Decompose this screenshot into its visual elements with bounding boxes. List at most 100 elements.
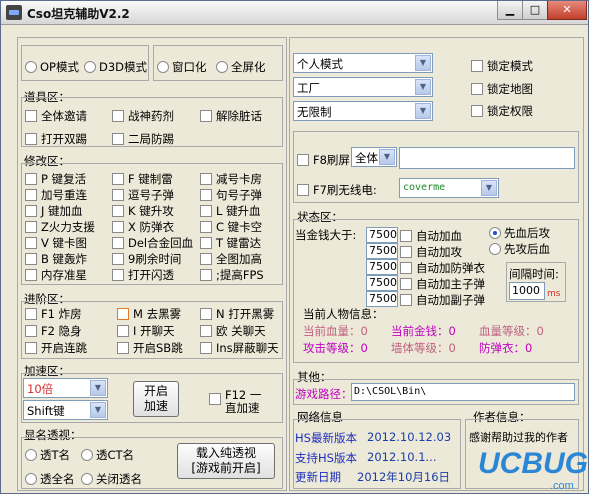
- modify-checkbox-15[interactable]: B 键轰炸: [25, 251, 87, 267]
- modify-checkbox-10[interactable]: X 防弹衣: [112, 219, 174, 235]
- game-path-input[interactable]: D:\CSOL\Bin\: [351, 383, 575, 401]
- modify-checkbox-17[interactable]: 全图加高: [200, 251, 262, 267]
- advanced-checkbox-4[interactable]: I 开聊天: [117, 323, 175, 339]
- modify-checkbox-16[interactable]: 9刷余时间: [112, 251, 181, 267]
- interval-unit: ms: [547, 289, 561, 299]
- app-window: Cso坦克辅助V2.2 ▁ □ ✕ OP模式 D3D模式 窗口化 全屏化 道具区…: [0, 0, 589, 494]
- advanced-checkbox-0[interactable]: F1 炸房: [25, 306, 82, 322]
- watermark-graphic: UCBUG游戏网 .com: [478, 447, 589, 492]
- advanced-checkbox-2[interactable]: N 打开黑雾: [200, 306, 274, 322]
- update-date-value: 2012年10月16日: [357, 470, 451, 484]
- interval-input[interactable]: 1000: [509, 282, 545, 300]
- window-title: Cso坦克辅助V2.2: [27, 7, 130, 21]
- hp-first-radio[interactable]: 先血后攻: [489, 225, 550, 241]
- modify-checkbox-6[interactable]: J 键加血: [25, 203, 83, 219]
- all-name-radio[interactable]: 透全名: [25, 471, 75, 487]
- modify-checkbox-2[interactable]: 减号卡房: [200, 171, 262, 187]
- minimize-button[interactable]: ▁: [497, 1, 523, 20]
- modify-checkbox-12[interactable]: V 键卡图: [25, 235, 87, 251]
- modify-checkbox-7[interactable]: K 键升攻: [112, 203, 174, 219]
- limit-select[interactable]: 无限制 ▼: [293, 101, 433, 121]
- f8-target-select[interactable]: 全体 ▼: [351, 147, 397, 167]
- advanced-checkbox-7[interactable]: 开启SB跳: [117, 340, 183, 356]
- auto-buy-checkbox-4[interactable]: 自动加副子弹: [400, 292, 485, 308]
- support-version-value: 2012.10.1...: [367, 450, 437, 464]
- f8-spam-checkbox[interactable]: F8刷屏: [297, 152, 350, 168]
- load-esp-button[interactable]: 载入纯透视 [游戏前开启]: [177, 443, 275, 479]
- money-threshold-input-0[interactable]: 7500: [366, 227, 398, 243]
- t-name-radio[interactable]: 透T名: [25, 447, 70, 463]
- modify-checkbox-5[interactable]: 句号子弹: [200, 187, 262, 203]
- close-button[interactable]: ✕: [547, 1, 587, 20]
- windowed-radio[interactable]: 窗口化: [157, 59, 207, 75]
- f8-message-input[interactable]: [399, 147, 575, 169]
- latest-version-label: HS最新版本: [295, 431, 357, 445]
- hp-level: 血量等级：0: [479, 324, 544, 338]
- armor-level: 防弹衣：0: [479, 341, 533, 355]
- modify-checkbox-18[interactable]: 内存准星: [25, 267, 87, 283]
- maximize-button[interactable]: □: [522, 1, 548, 20]
- modify-checkbox-20[interactable]: ;提高FPS: [200, 267, 264, 283]
- app-icon: [6, 5, 22, 20]
- attack-level: 攻击等级：0: [303, 341, 368, 355]
- close-name-radio[interactable]: 关闭透名: [81, 471, 142, 487]
- speed-key-select[interactable]: Shift键 ▼: [23, 400, 108, 420]
- modify-checkbox-8[interactable]: L 键升血: [200, 203, 261, 219]
- modify-checkbox-1[interactable]: F 键制雷: [112, 171, 173, 187]
- op-mode-radio[interactable]: OP模式: [25, 59, 79, 75]
- prop-checkbox-2[interactable]: 解除脏话: [200, 108, 262, 124]
- interval-label: 间隔时间:: [509, 267, 559, 281]
- auto-buy-checkbox-2[interactable]: 自动加防弹衣: [400, 260, 485, 276]
- fullscreen-radio[interactable]: 全屏化: [216, 59, 266, 75]
- map-select[interactable]: 工厂 ▼: [293, 77, 433, 97]
- lock-perm-checkbox[interactable]: 锁定权限: [471, 103, 533, 119]
- prop-checkbox-1[interactable]: 战神药剂: [112, 108, 174, 124]
- latest-version-value: 2012.10.12.03: [367, 430, 452, 444]
- modify-checkbox-9[interactable]: Z火力支援: [25, 219, 95, 235]
- lock-map-checkbox[interactable]: 锁定地图: [471, 81, 533, 97]
- money-threshold-input-4[interactable]: 7500: [366, 291, 398, 307]
- f7-radio-select[interactable]: coverme ▼: [399, 178, 499, 198]
- advanced-checkbox-6[interactable]: 开启连跳: [25, 340, 87, 356]
- start-speed-button[interactable]: 开启 加速: [133, 381, 179, 417]
- modify-checkbox-0[interactable]: P 键复活: [25, 171, 86, 187]
- watermark-logo: UCBUG游戏网 .com: [476, 433, 589, 493]
- current-money: 当前金钱：0: [391, 324, 456, 338]
- wall-level: 墙体等级：0: [391, 341, 456, 355]
- money-threshold-input-2[interactable]: 7500: [366, 259, 398, 275]
- game-mode-select[interactable]: 个人模式 ▼: [293, 53, 433, 73]
- prop-checkbox-3[interactable]: 打开双踢: [25, 131, 87, 147]
- advanced-checkbox-5[interactable]: 欧 关聊天: [200, 323, 266, 339]
- money-threshold-input-3[interactable]: 7500: [366, 275, 398, 291]
- support-version-label: 支持HS版本: [295, 451, 357, 465]
- advanced-checkbox-3[interactable]: F2 隐身: [25, 323, 82, 339]
- modify-checkbox-14[interactable]: T 键雷达: [200, 235, 261, 251]
- atk-first-radio[interactable]: 先攻后血: [489, 241, 550, 257]
- modify-checkbox-4[interactable]: 逗号子弹: [112, 187, 174, 203]
- modify-checkbox-3[interactable]: 加号重连: [25, 187, 87, 203]
- auto-buy-checkbox-0[interactable]: 自动加血: [400, 228, 462, 244]
- update-date-label: 更新日期: [295, 470, 341, 484]
- money-threshold-label: 当金钱大于:: [295, 228, 357, 242]
- watermark-text: UCBUG游戏网: [478, 447, 588, 480]
- person-info-title: 当前人物信息：: [303, 307, 384, 321]
- prop-checkbox-0[interactable]: 全体邀请: [25, 108, 87, 124]
- f12-speed-checkbox[interactable]: F12 一 直加速: [209, 389, 261, 415]
- watermark-sub: .com: [550, 480, 574, 492]
- advanced-checkbox-1[interactable]: M 去黑雾: [117, 306, 181, 322]
- current-hp: 当前血量：0: [303, 324, 368, 338]
- ct-name-radio[interactable]: 透CT名: [81, 447, 134, 463]
- modify-checkbox-13[interactable]: Del合金回血: [112, 235, 193, 251]
- auto-buy-checkbox-1[interactable]: 自动加攻: [400, 244, 462, 260]
- d3d-mode-radio[interactable]: D3D模式: [84, 59, 147, 75]
- lock-mode-checkbox[interactable]: 锁定模式: [471, 58, 533, 74]
- f7-radio-checkbox[interactable]: F7刷无线电:: [297, 182, 377, 198]
- prop-checkbox-4[interactable]: 二局防踢: [112, 131, 174, 147]
- advanced-checkbox-8[interactable]: Ins屏蔽聊天: [200, 340, 279, 356]
- modify-checkbox-11[interactable]: C 键卡空: [200, 219, 262, 235]
- title-bar: Cso坦克辅助V2.2 ▁ □ ✕: [1, 1, 588, 25]
- auto-buy-checkbox-3[interactable]: 自动加主子弹: [400, 276, 485, 292]
- money-threshold-input-1[interactable]: 7500: [366, 243, 398, 259]
- modify-checkbox-19[interactable]: 打开闪透: [112, 267, 174, 283]
- speed-multiplier-select[interactable]: 10倍 ▼: [23, 378, 108, 398]
